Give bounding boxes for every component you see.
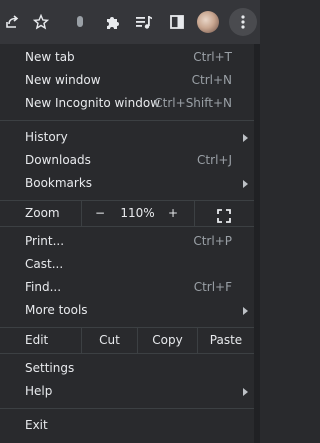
- menu-item-shortcut: Ctrl+F: [193, 280, 232, 294]
- edit-label: Edit: [25, 333, 49, 347]
- menu-item-label: Find...: [25, 280, 62, 294]
- star-icon[interactable]: [27, 8, 55, 36]
- fullscreen-icon[interactable]: [215, 207, 233, 223]
- scrollbar[interactable]: [254, 44, 260, 443]
- menu-item-label: Cast...: [25, 257, 64, 271]
- zoom-level: 110%: [120, 206, 155, 220]
- menu-separator: [0, 408, 254, 409]
- menu-item-exit[interactable]: Exit: [0, 414, 254, 437]
- submenu-arrow-icon: [243, 388, 248, 396]
- submenu-arrow-icon: [243, 134, 248, 142]
- menu-item-shortcut: Ctrl+T: [193, 50, 232, 64]
- menu-item-new-tab[interactable]: New tab Ctrl+T: [0, 46, 254, 69]
- cut-button[interactable]: Cut: [82, 328, 137, 353]
- menu-item-help[interactable]: Help: [0, 380, 254, 403]
- zoom-in-button[interactable]: +: [163, 201, 183, 226]
- menu-item-shortcut: Ctrl+J: [197, 153, 232, 167]
- zoom-divider: [81, 201, 82, 226]
- menu-item-cast[interactable]: Cast...: [0, 253, 254, 276]
- menu-item-label: Downloads: [25, 153, 91, 167]
- paste-button[interactable]: Paste: [198, 328, 254, 353]
- menu-item-bookmarks[interactable]: Bookmarks: [0, 172, 254, 195]
- menu-item-history[interactable]: History: [0, 126, 254, 149]
- copy-button[interactable]: Copy: [138, 328, 197, 353]
- menu-item-label: Help: [25, 384, 53, 398]
- menu-item-label: New window: [25, 73, 101, 87]
- browser-toolbar: [0, 0, 260, 44]
- menu-item-label: Bookmarks: [25, 176, 93, 190]
- menu-item-label: History: [25, 130, 68, 144]
- menu-separator: [0, 120, 254, 121]
- zoom-divider: [194, 201, 195, 226]
- menu-item-label: More tools: [25, 303, 88, 317]
- menu-item-find[interactable]: Find... Ctrl+F: [0, 276, 254, 299]
- extensions-puzzle-icon[interactable]: [98, 8, 126, 36]
- menu-item-more-tools[interactable]: More tools: [0, 299, 254, 322]
- share-icon[interactable]: [0, 8, 26, 36]
- media-queue-icon[interactable]: [130, 8, 158, 36]
- menu-item-new-window[interactable]: New window Ctrl+N: [0, 69, 254, 92]
- mic-icon[interactable]: [66, 8, 94, 36]
- zoom-row: Zoom − 110% +: [0, 200, 254, 227]
- side-panel-icon[interactable]: [163, 8, 191, 36]
- menu-item-label: New Incognito window: [25, 96, 161, 110]
- edit-row: Edit Cut Copy Paste: [0, 327, 254, 354]
- submenu-arrow-icon: [243, 307, 248, 315]
- menu-item-label: Print...: [25, 234, 65, 248]
- chrome-menu: New tab Ctrl+T New window Ctrl+N New Inc…: [0, 44, 254, 443]
- profile-avatar[interactable]: [197, 11, 219, 33]
- menu-item-new-incognito-window[interactable]: New Incognito window Ctrl+Shift+N: [0, 92, 254, 115]
- submenu-arrow-icon: [243, 180, 248, 188]
- menu-item-label: New tab: [25, 50, 75, 64]
- zoom-label: Zoom: [25, 206, 60, 220]
- menu-item-settings[interactable]: Settings: [0, 357, 254, 380]
- menu-item-shortcut: Ctrl+N: [191, 73, 232, 87]
- menu-item-label: Settings: [25, 361, 75, 375]
- menu-item-label: Exit: [25, 418, 48, 432]
- menu-item-print[interactable]: Print... Ctrl+P: [0, 230, 254, 253]
- menu-item-downloads[interactable]: Downloads Ctrl+J: [0, 149, 254, 172]
- kebab-menu-icon[interactable]: [229, 8, 257, 36]
- zoom-out-button[interactable]: −: [90, 201, 110, 226]
- menu-item-shortcut: Ctrl+P: [193, 234, 232, 248]
- menu-item-shortcut: Ctrl+Shift+N: [154, 96, 232, 110]
